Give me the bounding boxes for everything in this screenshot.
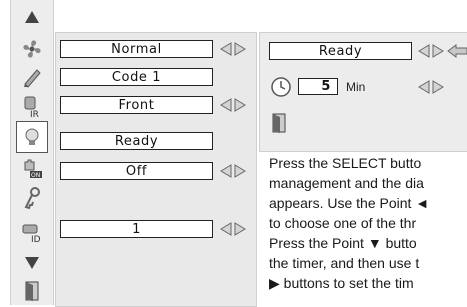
menu-field-3[interactable]: Front [60, 96, 213, 114]
menu-field-4[interactable]: Ready [60, 132, 213, 150]
timer-unit-label: Min [346, 80, 366, 94]
timer-value-field[interactable]: 5 [298, 78, 338, 95]
svg-text:ON: ON [31, 172, 40, 179]
menu-icon-sidebar: IR ON ID [10, 0, 54, 305]
svg-text:IR: IR [30, 110, 39, 118]
remote-ir-icon[interactable]: IR [19, 93, 45, 119]
description-line-7: ▶ buttons to set the tim [269, 275, 414, 291]
triangle-up-icon[interactable] [19, 4, 45, 30]
key-icon[interactable] [19, 185, 45, 211]
back-arrow-icon[interactable] [447, 44, 467, 58]
left-right-arrows-icon[interactable] [220, 222, 246, 236]
pencil-icon[interactable] [19, 64, 45, 90]
menu-field-6[interactable]: 1 [60, 220, 213, 238]
description-line-6: the timer, and then use t [269, 255, 420, 271]
description-line-5: Press the Point ▼ butto [269, 235, 417, 251]
description-line-4: to choose one of the thr [269, 215, 417, 231]
description-line-3: appears. Use the Point ◄ [269, 195, 430, 211]
menu-field-1[interactable]: Normal [60, 40, 213, 58]
left-right-arrows-icon[interactable] [418, 80, 444, 94]
status-field[interactable]: Ready [269, 42, 412, 60]
exit-door-icon[interactable] [19, 278, 45, 304]
triangle-down-icon[interactable] [19, 250, 45, 276]
clock-icon [271, 77, 291, 97]
power-on-hand-icon[interactable]: ON [19, 155, 45, 181]
left-right-arrows-icon[interactable] [418, 44, 444, 58]
lightbulb-icon[interactable] [16, 121, 48, 153]
menu-field-5[interactable]: Off [60, 162, 213, 180]
description-line-2: management and the dia [269, 175, 424, 191]
svg-text:ID: ID [31, 235, 41, 243]
menu-field-2[interactable]: Code 1 [60, 68, 213, 86]
exit-door-icon[interactable] [271, 112, 287, 134]
description-line-1: Press the SELECT butto [269, 155, 422, 171]
left-right-arrows-icon[interactable] [220, 164, 246, 178]
fan-icon[interactable] [19, 36, 45, 62]
left-right-arrows-icon[interactable] [220, 98, 246, 112]
remote-id-icon[interactable]: ID [19, 218, 45, 244]
left-right-arrows-icon[interactable] [220, 42, 246, 56]
